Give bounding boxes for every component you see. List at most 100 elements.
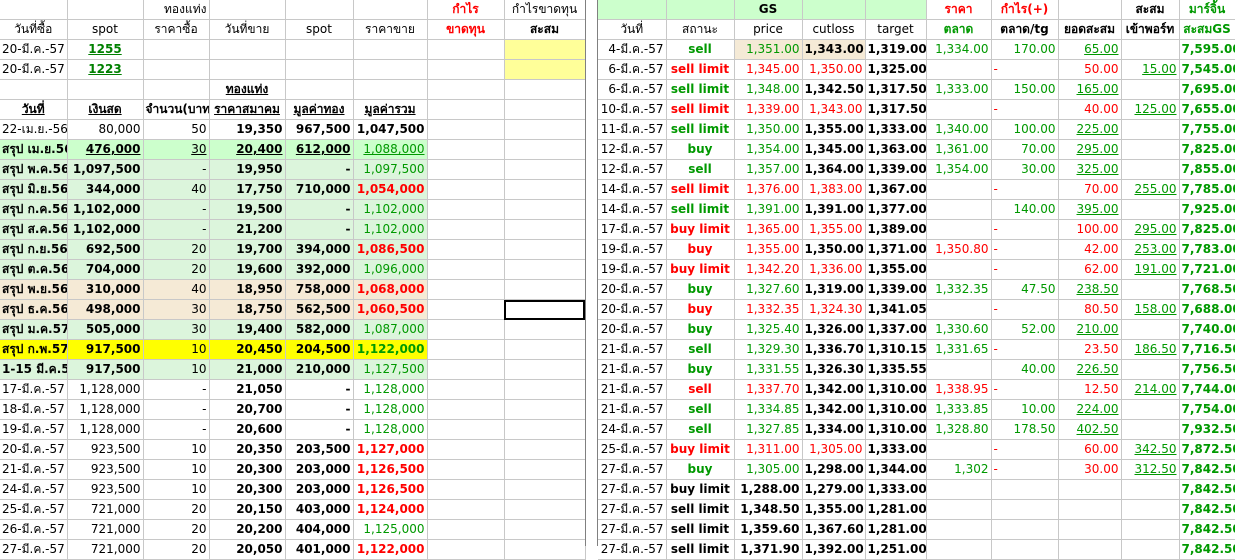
header-cell[interactable]: spot: [67, 19, 144, 40]
data-cell[interactable]: 1,324.30: [802, 299, 866, 320]
data-cell[interactable]: 1,376.00: [734, 179, 803, 200]
row-date[interactable]: สรุป ต.ค.56: [0, 259, 68, 280]
header-cell[interactable]: กำไร: [427, 0, 505, 20]
data-cell[interactable]: 7,842.50: [1179, 519, 1235, 540]
data-cell[interactable]: 50: [143, 119, 210, 140]
data-cell[interactable]: [926, 439, 992, 460]
data-cell[interactable]: 20,200: [209, 519, 286, 540]
data-cell[interactable]: 1,339.00: [865, 159, 927, 180]
status-cell[interactable]: sell: [666, 39, 735, 60]
data-cell[interactable]: 967,500: [285, 119, 354, 140]
data-cell[interactable]: 612,000: [285, 139, 354, 160]
data-cell[interactable]: 224.00: [1058, 399, 1122, 420]
data-cell[interactable]: 20: [143, 519, 210, 540]
data-cell[interactable]: 7,695.00: [1179, 79, 1235, 100]
row-date[interactable]: 21-มี.ค.-57: [0, 459, 68, 480]
empty-cell[interactable]: [504, 199, 586, 220]
data-cell[interactable]: 1,365.00: [734, 219, 803, 240]
data-cell[interactable]: 7,768.50: [1179, 279, 1235, 300]
data-cell[interactable]: 1,331.55: [734, 359, 803, 380]
data-cell[interactable]: 30: [143, 299, 210, 320]
data-cell[interactable]: 1,317.50: [865, 79, 927, 100]
data-cell[interactable]: 1,333.00: [865, 439, 927, 460]
status-cell[interactable]: buy: [666, 299, 735, 320]
header-cell[interactable]: [598, 0, 667, 20]
data-cell[interactable]: -: [991, 259, 1059, 280]
data-cell[interactable]: 23.50: [1058, 339, 1122, 360]
data-cell[interactable]: 7,842.50: [1179, 459, 1235, 480]
data-cell[interactable]: 7,756.50: [1179, 359, 1235, 380]
row-date[interactable]: 12-มี.ค.-57: [598, 159, 667, 180]
data-cell[interactable]: 80,000: [67, 119, 144, 140]
status-cell[interactable]: sell limit: [666, 519, 735, 540]
data-cell[interactable]: 758,000: [285, 279, 354, 300]
header-cell[interactable]: กำไรขาดทุน: [504, 0, 586, 20]
header-cell[interactable]: [504, 59, 586, 80]
data-cell[interactable]: 1,342.00: [802, 379, 866, 400]
data-cell[interactable]: 1,389.00: [865, 219, 927, 240]
data-cell[interactable]: 1,047,500: [353, 119, 428, 140]
data-cell[interactable]: 312.50: [1121, 459, 1180, 480]
data-cell[interactable]: -: [143, 419, 210, 440]
row-date[interactable]: 17-มี.ค.-57: [0, 379, 68, 400]
data-cell[interactable]: [926, 499, 992, 520]
data-cell[interactable]: 70.00: [991, 139, 1059, 160]
header-cell[interactable]: [0, 79, 68, 100]
data-cell[interactable]: 562,500: [285, 299, 354, 320]
data-cell[interactable]: 1,391.00: [802, 199, 866, 220]
data-cell[interactable]: 20,150: [209, 499, 286, 520]
pane-split[interactable]: [585, 0, 598, 546]
empty-cell[interactable]: [504, 479, 586, 500]
row-date[interactable]: 20-มี.ค.-57: [598, 319, 667, 340]
data-cell[interactable]: 1,087,000: [353, 319, 428, 340]
data-cell[interactable]: 1,361.00: [926, 139, 992, 160]
row-date[interactable]: สรุป ม.ค.57: [0, 319, 68, 340]
data-cell[interactable]: 50.00: [1058, 59, 1122, 80]
status-cell[interactable]: buy limit: [666, 259, 735, 280]
data-cell[interactable]: 721,000: [67, 539, 144, 560]
data-cell[interactable]: 1,334.00: [926, 39, 992, 60]
row-date[interactable]: 21-มี.ค.-57: [598, 399, 667, 420]
header-cell[interactable]: [504, 79, 586, 100]
row-date[interactable]: 22-เม.ย.-56: [0, 119, 68, 140]
header-cell[interactable]: มูลค่าทอง: [285, 99, 354, 120]
data-cell[interactable]: 7,925.00: [1179, 199, 1235, 220]
data-cell[interactable]: 214.00: [1121, 379, 1180, 400]
data-cell[interactable]: 325.00: [1058, 159, 1122, 180]
data-cell[interactable]: 7,842.50: [1179, 499, 1235, 520]
empty-cell[interactable]: [427, 419, 505, 440]
header-cell[interactable]: ทองแท่ง: [143, 0, 210, 20]
data-cell[interactable]: 1,333.00: [865, 479, 927, 500]
header-cell[interactable]: ราคา: [926, 0, 992, 20]
header-cell[interactable]: [143, 79, 210, 100]
status-cell[interactable]: buy: [666, 459, 735, 480]
data-cell[interactable]: 1,128,000: [353, 419, 428, 440]
row-date[interactable]: 27-มี.ค.-57: [598, 519, 667, 540]
status-cell[interactable]: buy limit: [666, 479, 735, 500]
data-cell[interactable]: 1,371.90: [734, 539, 803, 560]
header-cell[interactable]: วันที่ขาย: [209, 19, 286, 40]
empty-cell[interactable]: [504, 239, 586, 260]
data-cell[interactable]: 19,600: [209, 259, 286, 280]
data-cell[interactable]: 1,355.00: [734, 239, 803, 260]
row-date[interactable]: 27-มี.ค.-57: [598, 499, 667, 520]
data-cell[interactable]: 20,300: [209, 479, 286, 500]
empty-cell[interactable]: [504, 259, 586, 280]
row-date[interactable]: สรุป มิ.ย.56: [0, 179, 68, 200]
data-cell[interactable]: [1121, 319, 1180, 340]
data-cell[interactable]: 7,755.00: [1179, 119, 1235, 140]
header-cell[interactable]: ตลาด: [926, 19, 992, 40]
data-cell[interactable]: 1,351.00: [734, 39, 803, 60]
data-cell[interactable]: 7,825.00: [1179, 219, 1235, 240]
header-cell[interactable]: 20-มี.ค.-57: [0, 59, 68, 80]
data-cell[interactable]: 1,251.00: [865, 539, 927, 560]
data-cell[interactable]: 1,354.00: [926, 159, 992, 180]
header-cell[interactable]: [67, 79, 144, 100]
data-cell[interactable]: [991, 539, 1059, 560]
data-cell[interactable]: 1,341.05: [865, 299, 927, 320]
data-cell[interactable]: 7,783.00: [1179, 239, 1235, 260]
data-cell[interactable]: 20,050: [209, 539, 286, 560]
data-cell[interactable]: 70.00: [1058, 179, 1122, 200]
data-cell[interactable]: 204,500: [285, 339, 354, 360]
data-cell[interactable]: 1,279.00: [802, 479, 866, 500]
